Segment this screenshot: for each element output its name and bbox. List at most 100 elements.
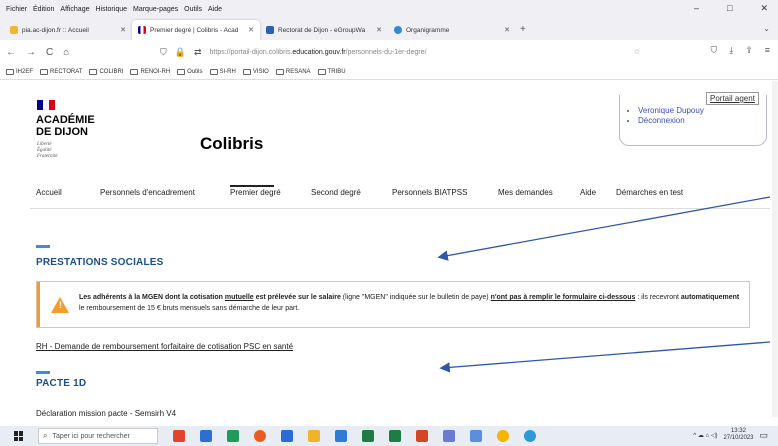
clock[interactable]: 13:32 27/10/2023 — [723, 428, 753, 442]
search-placeholder: Taper ici pour rechercher — [52, 432, 130, 440]
tab-bar: pia.ac-dijon.fr :: Accueil ✕ Premier deg… — [0, 18, 778, 40]
forward-button[interactable]: → — [26, 47, 36, 58]
menu-fichier[interactable]: Fichier — [6, 6, 27, 13]
powerpoint-icon[interactable] — [416, 430, 428, 442]
alert-text: Les adhérents à la MGEN dont la cotisati… — [79, 294, 740, 312]
nav-aide[interactable]: Aide — [580, 188, 616, 197]
toolbar-right: ⛉ ⤓ ⇪ ≡ — [710, 45, 770, 56]
pia-favicon-icon — [10, 26, 18, 34]
colibris-favicon-icon — [138, 26, 146, 34]
portail-agent-link[interactable]: Portail agent — [706, 92, 759, 105]
share-icon[interactable]: ⇪ — [745, 45, 753, 56]
nav-demarches-en-test[interactable]: Démarches en test — [616, 188, 683, 197]
bookmark-rectorat[interactable]: RECTORAT — [40, 68, 83, 75]
tray-icons[interactable]: ^ ☁ ⌂ ◁) — [693, 432, 717, 439]
bookmarks-toolbar: IH2EF RECTORAT COLIBRI RENOI-RH Outils S… — [0, 64, 778, 80]
taskbar-app-icon[interactable] — [281, 430, 293, 442]
downloads-icon[interactable]: ⤓ — [729, 45, 733, 56]
french-flag-logo — [37, 100, 55, 110]
tab-close-icon[interactable]: ✕ — [376, 26, 382, 34]
user-name-link[interactable]: Veronique Dupouy — [638, 106, 766, 116]
bookmark-label: IH2EF — [16, 68, 34, 75]
nav-mes-demandes[interactable]: Mes demandes — [498, 188, 580, 197]
bookmark-label: RESANA — [285, 68, 311, 75]
nav-second-degre[interactable]: Second degré — [311, 188, 392, 197]
maximize-button[interactable]: □ — [727, 3, 732, 14]
site-title[interactable]: Colibris — [200, 134, 263, 154]
menu-aide[interactable]: Aide — [208, 6, 222, 13]
page-scrollbar[interactable] — [772, 81, 778, 417]
url-bar[interactable]: ⛉ 🔒 ⇄ https://portail-dijon.colibris. edu… — [160, 43, 640, 61]
bookmark-resana[interactable]: RESANA — [275, 68, 311, 75]
tab-organigramme[interactable]: Organigramme ✕ — [388, 20, 516, 40]
chrome-icon[interactable] — [497, 430, 509, 442]
list-tabs-icon[interactable]: ⌄ — [763, 24, 770, 33]
bookmark-label: RECTORAT — [50, 68, 83, 75]
nav-divider — [30, 208, 770, 209]
tab-close-icon[interactable]: ✕ — [504, 26, 510, 34]
system-tray: ^ ☁ ⌂ ◁) 13:32 27/10/2023 ▭ — [693, 428, 768, 442]
tab-premier-degre[interactable]: Premier degré | Colibris - Acad ✕ — [132, 20, 260, 40]
navigation-toolbar: ← → C ⌂ ⛉ 🔒 ⇄ https://portail-dijon.coli… — [0, 40, 778, 64]
folder-icon — [40, 68, 49, 75]
bookmark-tribu[interactable]: TRIBU — [317, 68, 346, 75]
taskbar-app-icon[interactable] — [470, 430, 482, 442]
nav-accueil[interactable]: Accueil — [36, 188, 100, 197]
psc-reimbursement-link[interactable]: RH - Demande de remboursement forfaitair… — [36, 342, 293, 351]
pacte-declaration-link[interactable]: Déclaration mission pacte - Semsirh V4 — [36, 409, 176, 417]
bookmark-star-icon[interactable]: ☆ — [634, 48, 640, 56]
minimize-button[interactable]: – — [694, 3, 699, 14]
taskbar-search[interactable]: ⌕ Taper ici pour rechercher — [38, 428, 158, 444]
folder-icon — [242, 68, 251, 75]
tracking-shield-icon[interactable]: ⛉ — [160, 47, 167, 58]
organigramme-favicon-icon — [394, 26, 402, 34]
permissions-icon[interactable]: ⇄ — [194, 47, 202, 58]
taskbar-app-icon[interactable] — [200, 430, 212, 442]
bookmark-visio[interactable]: VISIO — [242, 68, 269, 75]
clock-date: 27/10/2023 — [723, 435, 754, 441]
search-icon: ⌕ — [43, 431, 48, 440]
menu-outils[interactable]: Outils — [184, 6, 202, 13]
reload-button[interactable]: C — [46, 47, 53, 58]
motto-fraternite: Fraternité — [37, 154, 58, 159]
menu-historique[interactable]: Historique — [95, 6, 127, 13]
nav-personnels-biatpss[interactable]: Personnels BIATPSS — [392, 188, 498, 197]
firefox-icon[interactable] — [254, 430, 266, 442]
new-tab-button[interactable]: + — [520, 24, 526, 35]
menu-edition[interactable]: Édition — [33, 6, 54, 13]
edge-icon[interactable] — [524, 430, 536, 442]
lock-icon[interactable]: 🔒 — [175, 47, 186, 58]
logout-link[interactable]: Déconnexion — [638, 116, 766, 126]
windows-taskbar: ⌕ Taper ici pour rechercher ^ ☁ ⌂ ◁) 13:… — [0, 426, 778, 446]
close-window-button[interactable]: ✕ — [760, 3, 768, 14]
notification-icon[interactable]: ▭ — [759, 430, 768, 441]
windows-start-icon[interactable] — [14, 431, 24, 441]
section-accent-bar — [36, 245, 50, 248]
taskbar-app-icon[interactable] — [362, 430, 374, 442]
taskbar-app-icon[interactable] — [227, 430, 239, 442]
back-button[interactable]: ← — [6, 47, 16, 58]
taskbar-app-icon[interactable] — [308, 430, 320, 442]
tab-rectorat[interactable]: Rectorat de Dijon - eGroupWa ✕ — [260, 20, 388, 40]
menu-affichage[interactable]: Affichage — [60, 6, 89, 13]
tab-pia-accueil[interactable]: pia.ac-dijon.fr :: Accueil ✕ — [4, 20, 132, 40]
pocket-icon[interactable]: ⛉ — [710, 45, 717, 56]
bookmark-outils[interactable]: Outils — [177, 68, 203, 75]
taskbar-app-icon[interactable] — [335, 430, 347, 442]
bookmark-si-rh[interactable]: SI-RH — [209, 68, 236, 75]
bookmark-renoi-rh[interactable]: RENOI-RH — [130, 68, 170, 75]
taskbar-app-icon[interactable] — [173, 430, 185, 442]
menu-marque-pages[interactable]: Marque-pages — [133, 6, 178, 13]
nav-premier-degre[interactable]: Premier degré — [230, 188, 311, 197]
nav-personnels-encadrement[interactable]: Personnels d'encadrement — [100, 188, 230, 197]
bookmark-colibri[interactable]: COLIBRI — [89, 68, 123, 75]
taskbar-app-icon[interactable] — [443, 430, 455, 442]
tab-close-icon[interactable]: ✕ — [120, 26, 126, 34]
bookmark-ih2ef[interactable]: IH2EF — [6, 68, 34, 75]
excel-icon[interactable] — [389, 430, 401, 442]
app-menu-icon[interactable]: ≡ — [765, 45, 770, 56]
home-button[interactable]: ⌂ — [63, 47, 69, 58]
mgen-alert-box: ! Les adhérents à la MGEN dont la cotisa… — [36, 281, 750, 328]
tab-close-icon[interactable]: ✕ — [248, 26, 254, 34]
academy-logo[interactable]: ACADÉMIE DE DIJON — [36, 114, 95, 138]
